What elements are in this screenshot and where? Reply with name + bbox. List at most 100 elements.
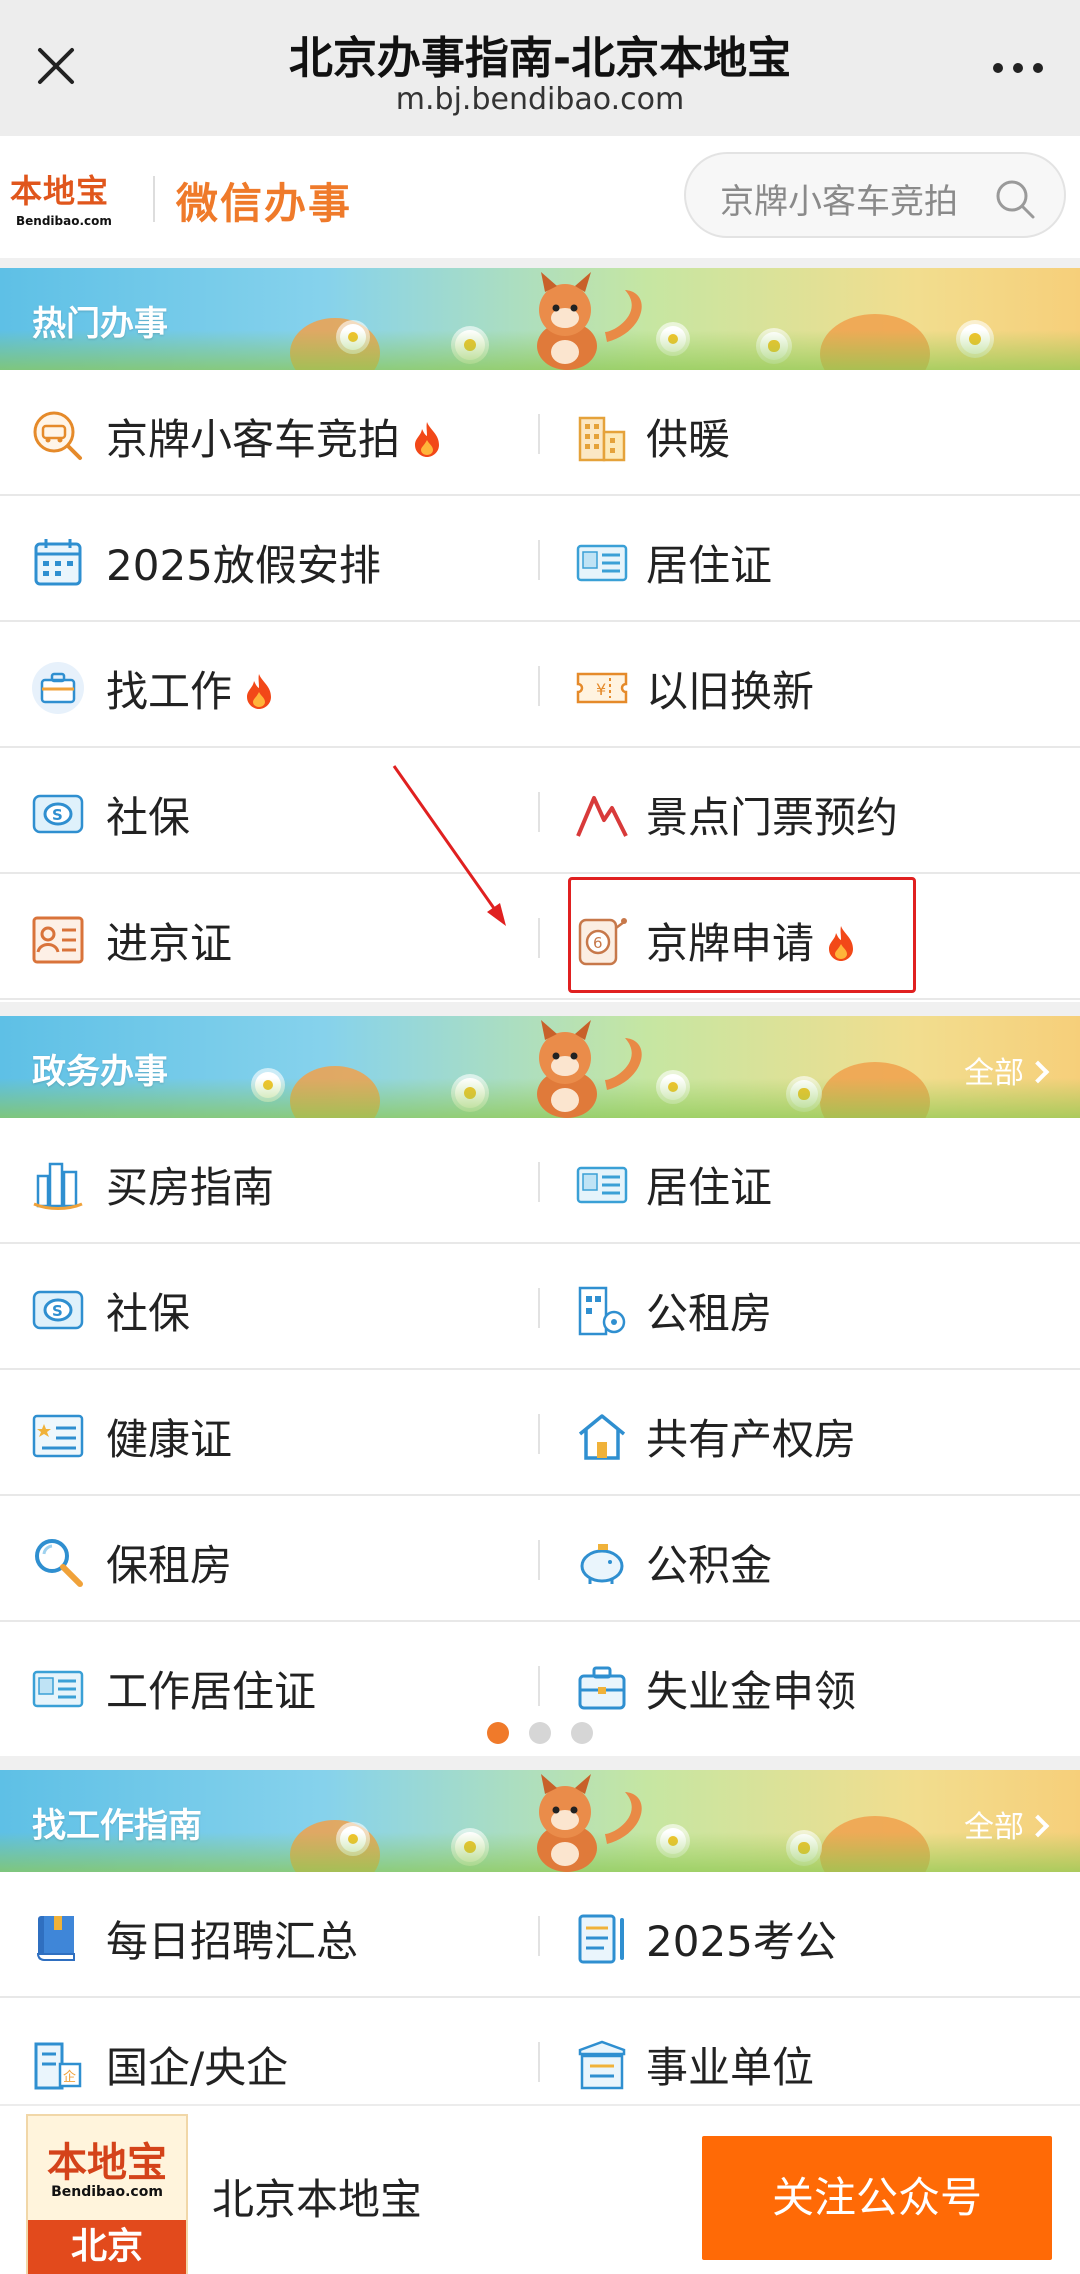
bendibao-beijing-logo: 本地宝 Bendibao.com 北京 <box>26 2114 188 2274</box>
grid-row: 进京证 6 京牌申请 <box>0 874 1080 1000</box>
grid-row: 健康证 共有产权房 <box>0 1370 1080 1496</box>
hot-fire-icon <box>247 674 272 709</box>
see-all-link[interactable]: 全部 <box>964 1802 1050 1846</box>
page-dot[interactable] <box>529 1722 551 1744</box>
item-label: 公租房 <box>646 1289 773 1338</box>
follow-bar: 本地宝 Bendibao.com 北京 北京本地宝 关注公众号 <box>0 2104 1080 2274</box>
section-title-hot: 热门办事 <box>32 304 168 344</box>
briefcase-icon <box>578 1666 626 1710</box>
account-name: 北京本地宝 <box>212 2175 423 2224</box>
gov-item-health-certificate[interactable]: 健康证 <box>0 1370 540 1496</box>
brand-name: 微信办事 <box>176 179 353 228</box>
squirrel-mascot-icon <box>537 1774 642 1872</box>
social-security-icon: S <box>32 1290 84 1330</box>
item-label: 景点门票预约 <box>646 793 899 842</box>
item-label: 社保 <box>106 1289 191 1338</box>
page-title: 北京办事指南-北京本地宝 <box>288 33 792 84</box>
item-label: 买房指南 <box>106 1163 275 1212</box>
rent-house-icon <box>578 1286 626 1336</box>
item-label: 居住证 <box>646 1163 773 1212</box>
chevron-right-icon <box>1026 1814 1050 1838</box>
calendar-icon <box>34 539 82 586</box>
grid-row: 保租房 公积金 <box>0 1496 1080 1622</box>
hot-item-ticket-booking[interactable]: 景点门票预约 <box>540 748 1080 874</box>
section-gap <box>0 1756 1080 1770</box>
hot-item-car-auction[interactable]: 京牌小客车竞拍 <box>0 370 540 496</box>
gov-item-affordable-rental[interactable]: 保租房 <box>0 1496 540 1622</box>
svg-text:6: 6 <box>593 934 603 952</box>
item-label: 以旧换新 <box>646 667 815 716</box>
hot-item-residence-permit[interactable]: 居住证 <box>540 496 1080 622</box>
hot-item-find-job[interactable]: 找工作 <box>0 622 540 748</box>
grid-row: 2025放假安排 居住证 <box>0 496 1080 622</box>
bendibao-logo[interactable]: 本地宝 Bendibao.com <box>10 166 138 230</box>
item-label: 国企/央企 <box>106 2043 289 2092</box>
gov-item-residence-permit[interactable]: 居住证 <box>540 1118 1080 1244</box>
gov-item-public-rental[interactable]: 公租房 <box>540 1244 1080 1370</box>
page-dot[interactable] <box>571 1722 593 1744</box>
grid-row: 京牌小客车竞拍 供暖 <box>0 370 1080 496</box>
item-label: 公积金 <box>646 1541 773 1590</box>
gov-item-shared-property-house[interactable]: 共有产权房 <box>540 1370 1080 1496</box>
grid-row: S 社保 景点门票预约 <box>0 748 1080 874</box>
item-label: 找工作 <box>106 667 233 716</box>
grid-row: 买房指南 居住证 <box>0 1118 1080 1244</box>
hot-item-social-security[interactable]: S 社保 <box>0 748 540 874</box>
id-card-icon <box>32 916 84 964</box>
mountain-icon <box>576 796 628 837</box>
svg-text:¥: ¥ <box>596 680 606 699</box>
section-banner-gov: 政务办事 全部 <box>0 1016 1080 1118</box>
item-label: 供暖 <box>646 415 731 464</box>
car-auction-icon <box>33 411 82 460</box>
svg-text:S: S <box>52 1302 63 1320</box>
search-placeholder: 京牌小客车竞拍 <box>720 182 958 222</box>
item-label: 健康证 <box>106 1415 233 1464</box>
grid-row: 找工作 ¥ 以旧换新 <box>0 622 1080 748</box>
item-label: 京牌小客车竞拍 <box>106 415 401 464</box>
item-label: 进京证 <box>106 919 233 968</box>
page-indicator <box>0 1722 1080 1750</box>
gov-item-house-buying[interactable]: 买房指南 <box>0 1118 540 1244</box>
item-label: 事业单位 <box>646 2043 815 2092</box>
health-card-icon <box>32 1414 84 1458</box>
search-icon[interactable] <box>994 178 1036 220</box>
coupon-icon: ¥ <box>576 672 628 704</box>
page-dot[interactable] <box>487 1722 509 1744</box>
job-item-civil-service-exam[interactable]: 2025考公 <box>540 1872 1080 1998</box>
chevron-right-icon <box>1026 1060 1050 1084</box>
institution-icon <box>578 2040 626 2090</box>
gov-item-social-security[interactable]: S 社保 <box>0 1244 540 1370</box>
house-icon <box>578 1414 626 1460</box>
book-icon <box>36 1916 75 1961</box>
hot-item-license-application[interactable]: 6 京牌申请 <box>540 874 1080 1000</box>
gov-item-housing-fund[interactable]: 公积金 <box>540 1496 1080 1622</box>
briefcase-icon <box>32 662 84 714</box>
item-label: 每日招聘汇总 <box>106 1917 359 1966</box>
grid-row: S 社保 公租房 <box>0 1244 1080 1370</box>
buildings-icon <box>33 1162 83 1210</box>
section-title-job: 找工作指南 <box>32 1806 202 1846</box>
residence-card-icon <box>576 1166 628 1204</box>
see-all-link[interactable]: 全部 <box>964 1048 1050 1092</box>
hot-fire-icon <box>829 926 854 961</box>
section-banner-job: 找工作指南 全部 <box>0 1770 1080 1872</box>
item-label: 2025考公 <box>646 1917 837 1966</box>
squirrel-mascot-icon <box>537 1020 642 1118</box>
notepad-icon <box>578 1914 624 1964</box>
residence-card-icon <box>576 544 628 582</box>
search-input[interactable]: 京牌小客车竞拍 <box>684 152 1066 238</box>
page-url: m.bj.bendibao.com <box>395 82 685 117</box>
hot-item-heating[interactable]: 供暖 <box>540 370 1080 496</box>
job-item-daily-recruitment[interactable]: 每日招聘汇总 <box>0 1872 540 1998</box>
hot-item-holiday[interactable]: 2025放假安排 <box>0 496 540 622</box>
item-label: 工作居住证 <box>106 1667 317 1716</box>
hot-item-trade-in[interactable]: ¥ 以旧换新 <box>540 622 1080 748</box>
enterprise-icon: 企 <box>34 2042 82 2090</box>
item-label: 共有产权房 <box>646 1415 857 1464</box>
more-options-icon[interactable] <box>990 58 1046 78</box>
section-gap <box>0 258 1080 268</box>
hot-item-beijing-entry-permit[interactable]: 进京证 <box>0 874 540 1000</box>
item-label: 2025放假安排 <box>106 541 381 590</box>
follow-button[interactable]: 关注公众号 <box>702 2136 1052 2260</box>
section-gap <box>0 1002 1080 1016</box>
